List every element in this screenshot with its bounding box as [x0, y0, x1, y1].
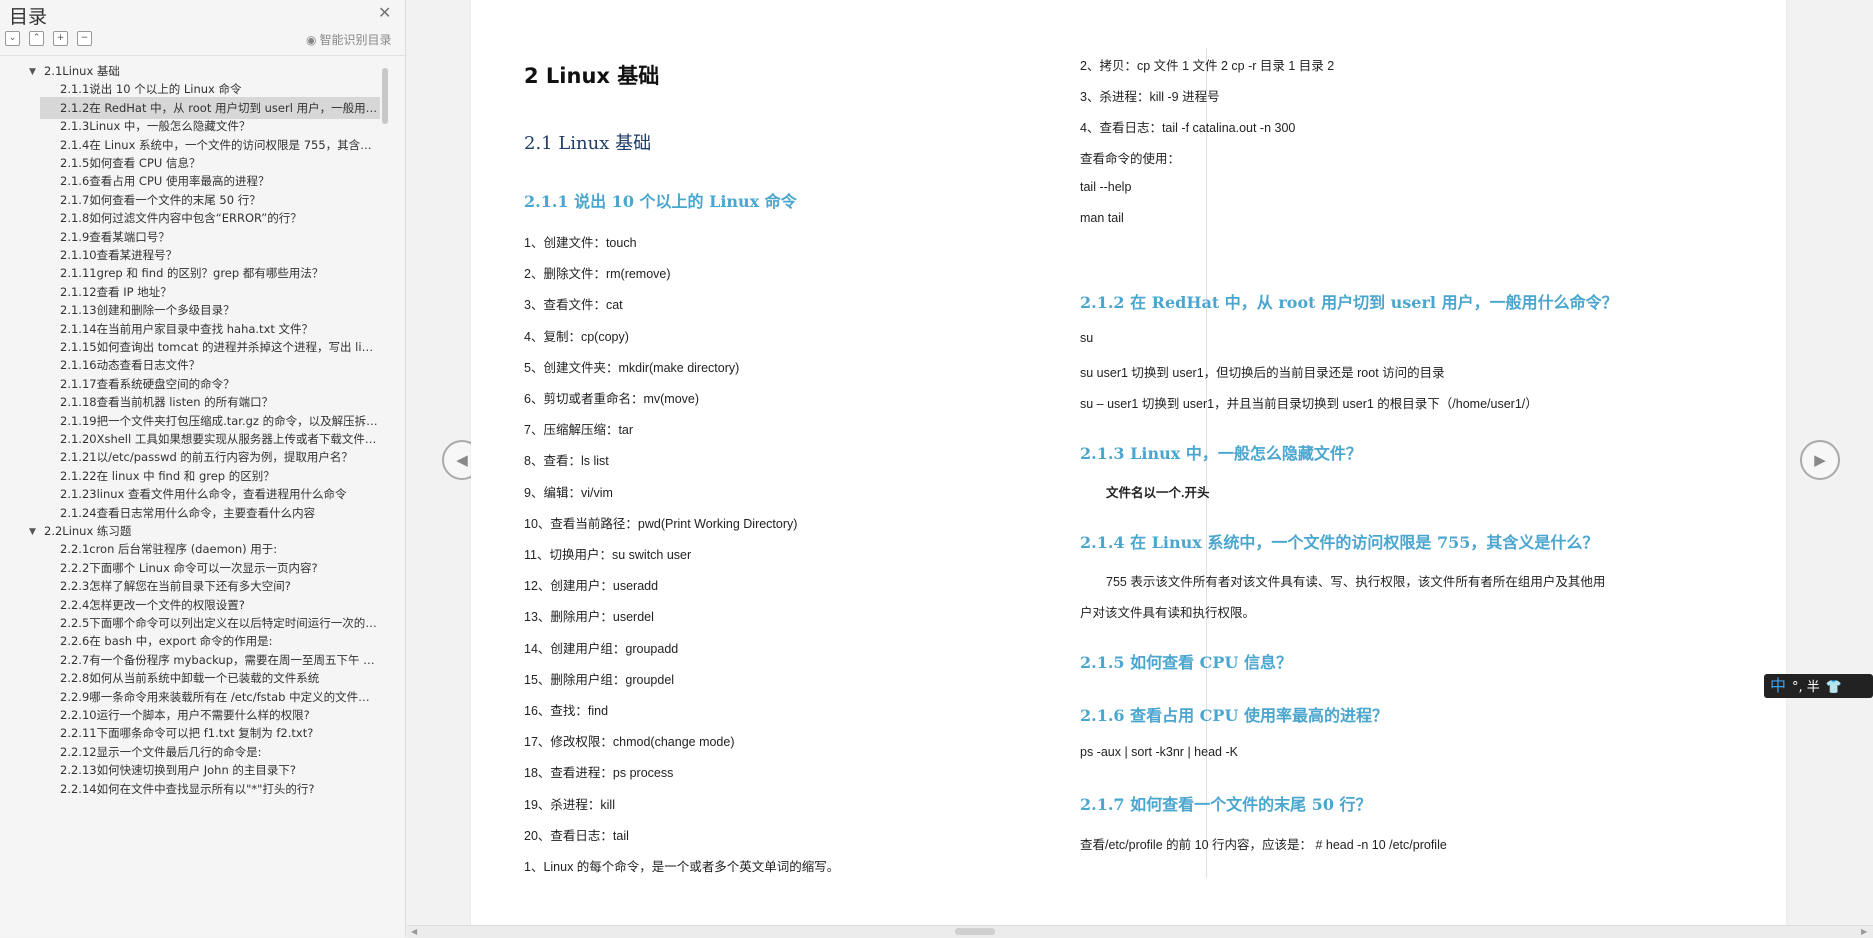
command-line: 16、查找：find: [524, 704, 609, 718]
right-text-line: 2、拷贝：cp 文件 1 文件 2 cp -r 目录 1 目录 2: [1080, 59, 1335, 73]
heading-2-1-5: 2.1.5 如何查看 CPU 信息？: [1080, 653, 1292, 672]
heading-2-1-1: 2.1.1 说出 10 个以上的 Linux 命令: [524, 192, 797, 211]
su-line: su – user1 切换到 user1，并且当前目录切换到 user1 的根目…: [1080, 397, 1538, 411]
heading-2-1-4: 2.1.4 在 Linux 系统中，一个文件的访问权限是 755，其含义是什么？: [1080, 533, 1599, 552]
permission-answer-1: 755 表示该文件所有者对该文件具有读、写、执行权限，该文件所有者所在组用户及其…: [1106, 575, 1606, 589]
shirt-icon[interactable]: 👕: [1826, 680, 1842, 695]
heading-2-1-2: 2.1.2 在 RedHat 中，从 root 用户切到 userl 用户，一般…: [1080, 293, 1618, 312]
eye-icon: ◉: [306, 33, 317, 47]
heading-2-1-6: 2.1.6 查看占用 CPU 使用率最高的进程？: [1080, 706, 1388, 725]
document-page: 2 Linux 基础 2.1 Linux 基础 2.1.1 说出 10 个以上的…: [471, 0, 1786, 925]
ime-status-bar[interactable]: 中 °, 半 👕: [1764, 674, 1873, 698]
scrollbar-thumb[interactable]: [955, 928, 995, 935]
right-text-line: man tail: [1080, 211, 1124, 225]
right-text-line: 查看命令的使用：: [1080, 152, 1181, 166]
heading-2-1-7: 2.1.7 如何查看一个文件的末尾 50 行？: [1080, 795, 1372, 814]
sidebar-divider: [0, 55, 406, 56]
command-line: 1、创建文件：touch: [524, 236, 637, 250]
command-line: 17、修改权限：chmod(change mode): [524, 735, 735, 749]
command-line: 12、创建用户：useradd: [524, 579, 659, 593]
command-line: 4、复制：cp(copy): [524, 330, 629, 344]
chapter-title: 2 Linux 基础: [524, 64, 660, 88]
command-line: 15、删除用户组：groupdel: [524, 673, 675, 687]
smart-toc-button[interactable]: ◉ 智能识别目录: [306, 31, 392, 48]
right-text-line: 3、杀进程：kill -9 进程号: [1080, 90, 1220, 104]
remove-bookmark-icon[interactable]: −: [77, 31, 92, 46]
right-text-line: 4、查看日志：tail -f catalina.out -n 300: [1080, 121, 1296, 135]
command-line: 11、切换用户：su switch user: [524, 548, 692, 562]
add-bookmark-icon[interactable]: +: [53, 31, 68, 46]
command-line: 8、查看：ls list: [524, 454, 609, 468]
command-line: 3、查看文件：cat: [524, 298, 623, 312]
permission-answer-2: 户对该文件具有读和执行权限。: [1080, 606, 1256, 620]
command-line: 18、查看进程：ps process: [524, 766, 674, 780]
command-line: 6、剪切或者重命名：mv(move): [524, 392, 700, 406]
expand-icon[interactable]: ⌃: [29, 31, 44, 46]
command-line: 2、删除文件：rm(remove): [524, 267, 671, 281]
ime-chinese-mode[interactable]: 中: [1770, 676, 1786, 695]
command-line: 10、查看当前路径：pwd(Print Working Directory): [524, 517, 798, 531]
command-line: 9、编辑：vi/vim: [524, 486, 613, 500]
command-line: 7、压缩解压缩：tar: [524, 423, 634, 437]
heading-2-1-3: 2.1.3 Linux 中，一般怎么隐藏文件？: [1080, 444, 1362, 463]
hidden-file-answer: 文件名以一个.开头: [1106, 486, 1210, 500]
section-title: 2.1 Linux 基础: [524, 133, 652, 154]
tail-answer: 查看/etc/profile 的前 10 行内容，应该是： # head -n …: [1080, 838, 1447, 852]
command-line: 5、创建文件夹：mkdir(make directory): [524, 361, 740, 375]
ime-punct-width[interactable]: °, 半: [1792, 680, 1820, 695]
su-line: su user1 切换到 user1，但切换后的当前目录还是 root 访问的目…: [1080, 366, 1445, 380]
next-page-icon[interactable]: ▶: [1800, 440, 1840, 480]
scroll-left-icon[interactable]: ◀: [411, 926, 417, 938]
command-line: 19、杀进程：kill: [524, 798, 615, 812]
toc-list: ▼ 2.1Linux 基础 2.1.1说出 10 个以上的 Linux 命令 2.1.…: [0, 62, 400, 937]
toc-item[interactable]: 2.2.14如何在文件中查找显示所有以"*"打头的行?: [0, 778, 380, 800]
toc-sidebar: 目录 ✕ ⌄ ⌃ + − ◉ 智能识别目录 ▼ 2.1Linux 基础 2.1.1说出…: [0, 0, 406, 937]
command-line: 13、删除用户：userdel: [524, 610, 654, 624]
sidebar-title: 目录: [9, 6, 48, 28]
command-line: 1、Linux 的每个命令，是一个或者多个英文单词的缩写。: [524, 860, 840, 874]
horizontal-scrollbar[interactable]: ◀ ▶: [407, 925, 1873, 938]
command-line: 14、创建用户组：groupadd: [524, 642, 679, 656]
close-icon[interactable]: ✕: [378, 3, 391, 22]
top-cpu-command: ps -aux | sort -k3nr | head -K: [1080, 745, 1238, 759]
right-text-line: tail --help: [1080, 180, 1132, 194]
collapse-all-icon[interactable]: ⌄: [5, 31, 20, 46]
su-line: su: [1080, 331, 1094, 345]
sidebar-scrollbar[interactable]: [382, 68, 388, 124]
document-viewer: ◀ ▶ 2 Linux 基础 2.1 Linux 基础 2.1.1 说出 10 …: [407, 0, 1873, 937]
scroll-right-icon[interactable]: ▶: [1861, 926, 1867, 938]
command-line: 20、查看日志：tail: [524, 829, 629, 843]
